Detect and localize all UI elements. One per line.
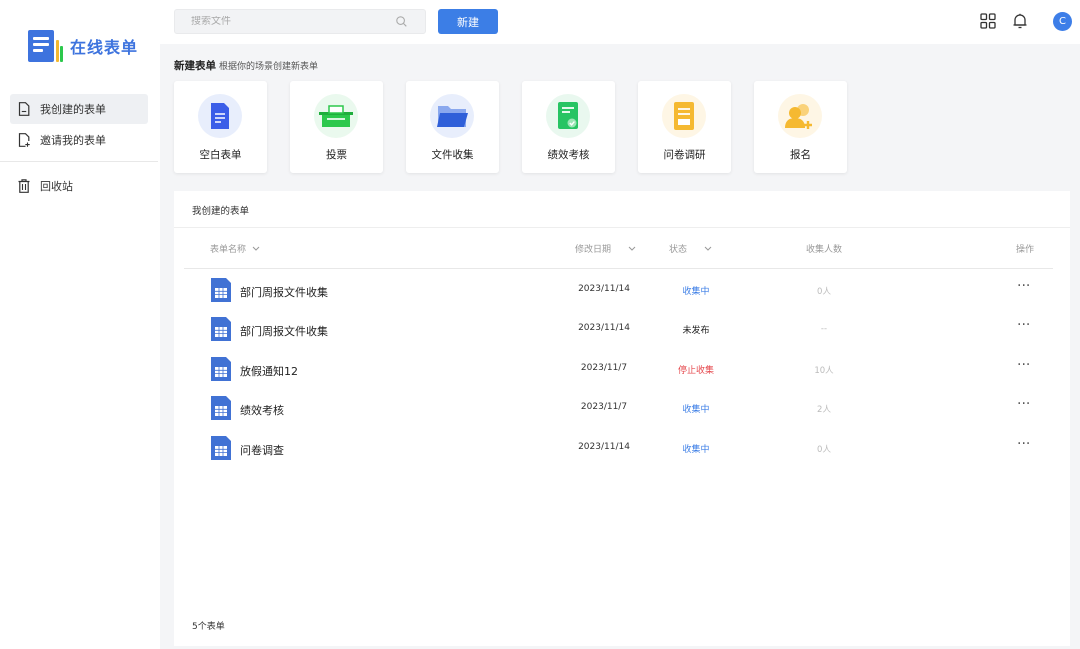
column-status-header[interactable]: 状态 — [669, 242, 712, 255]
form-name[interactable]: 放假通知12 — [240, 363, 298, 379]
status-text: 收集中 — [682, 405, 710, 415]
document-icon — [18, 102, 30, 116]
nav-divider — [0, 161, 158, 162]
form-name[interactable]: 部门周报文件收集 — [240, 323, 328, 339]
new-button[interactable]: 新建 — [438, 9, 498, 34]
logo-text: 在线表单 — [70, 38, 139, 57]
create-subtitle: 根据你的场景创建新表单 — [219, 62, 319, 72]
create-section-title: 新建表单 根据你的场景创建新表单 — [174, 58, 318, 73]
column-date-header[interactable]: 修改日期 — [575, 242, 636, 255]
template-label: 报名 — [790, 149, 811, 161]
sheet-file-icon — [211, 396, 231, 420]
total-forms-count: 5个表单 — [192, 622, 225, 632]
sheet-file-icon — [211, 278, 231, 302]
search-input[interactable] — [191, 16, 391, 27]
status-text: 收集中 — [682, 287, 710, 297]
template-card-blank[interactable]: 空白表单 — [174, 81, 267, 173]
top-bar: 新建 C — [160, 0, 1080, 44]
template-card-performance[interactable]: 绩效考核 — [522, 81, 615, 173]
more-actions-button[interactable]: ··· — [1017, 396, 1030, 412]
chevron-down-icon — [704, 246, 712, 251]
folder-icon — [430, 94, 474, 138]
avatar[interactable]: C — [1053, 12, 1072, 31]
template-label: 问卷调研 — [663, 149, 706, 161]
table-row[interactable]: 部门周报文件收集 2023/11/14 收集中 0人 ··· — [184, 271, 1053, 311]
app-logo[interactable]: 在线表单 — [28, 30, 138, 62]
template-label: 投票 — [326, 149, 347, 161]
clipboard-check-icon — [546, 94, 590, 138]
more-actions-button[interactable]: ··· — [1017, 436, 1030, 452]
status-text: 收集中 — [682, 445, 710, 455]
trash-icon — [18, 179, 30, 193]
modified-date: 2023/11/14 — [578, 323, 630, 333]
template-label: 空白表单 — [199, 149, 242, 161]
collect-count: 2人 — [817, 405, 831, 415]
sidebar-item-label: 邀请我的表单 — [40, 134, 106, 147]
sheet-file-icon — [211, 357, 231, 381]
blank-form-icon — [198, 94, 242, 138]
vote-box-icon — [314, 94, 358, 138]
template-card-survey[interactable]: 问卷调研 — [638, 81, 731, 173]
form-name[interactable]: 绩效考核 — [240, 402, 284, 418]
sidebar-item-my-forms[interactable]: 我创建的表单 — [10, 94, 148, 124]
panel-header: 我创建的表单 — [174, 191, 1070, 228]
modified-date: 2023/11/7 — [580, 363, 628, 373]
form-name[interactable]: 部门周报文件收集 — [240, 284, 328, 300]
template-label: 文件收集 — [431, 149, 474, 161]
logo-icon — [28, 30, 64, 62]
modified-date: 2023/11/14 — [578, 284, 630, 294]
chevron-down-icon — [252, 246, 260, 251]
status-text: 停止收集 — [677, 366, 714, 376]
sidebar-item-trash[interactable]: 回收站 — [10, 171, 148, 201]
modified-date: 2023/11/7 — [580, 402, 628, 412]
sheet-file-icon — [211, 317, 231, 341]
table-row[interactable]: 部门周报文件收集 2023/11/14 未发布 -- ··· — [184, 310, 1053, 350]
template-card-vote[interactable]: 投票 — [290, 81, 383, 173]
sidebar-item-invited-forms[interactable]: 邀请我的表单 — [10, 125, 148, 155]
table-row[interactable]: 问卷调查 2023/11/14 收集中 0人 ··· — [184, 429, 1053, 469]
sidebar-nav: 我创建的表单 邀请我的表单 回收站 — [0, 94, 158, 202]
sidebar: 在线表单 我创建的表单 邀请我的表单 回收站 — [0, 0, 160, 649]
template-card-file-collect[interactable]: 文件收集 — [406, 81, 499, 173]
template-card-signup[interactable]: 报名 — [754, 81, 847, 173]
chevron-down-icon — [628, 246, 636, 251]
table-row[interactable]: 绩效考核 2023/11/7 收集中 2人 ··· — [184, 389, 1053, 429]
sheet-file-icon — [211, 436, 231, 460]
template-label: 绩效考核 — [547, 149, 590, 161]
column-count-header: 收集人数 — [806, 245, 843, 255]
status-text: 未发布 — [682, 326, 710, 336]
sidebar-item-label: 我创建的表单 — [40, 103, 106, 116]
table-row[interactable]: 放假通知12 2023/11/7 停止收集 10人 ··· — [184, 350, 1053, 390]
modified-date: 2023/11/14 — [578, 442, 630, 452]
collect-count: 0人 — [817, 445, 831, 455]
create-title: 新建表单 — [174, 60, 216, 72]
search-box[interactable] — [174, 9, 426, 34]
forms-list-panel: 我创建的表单 表单名称 修改日期 状态 收集人数 操作 部门周报文件收集 202… — [174, 191, 1070, 646]
panel-title: 我创建的表单 — [192, 206, 250, 217]
survey-icon — [662, 94, 706, 138]
more-actions-button[interactable]: ··· — [1017, 357, 1030, 373]
more-actions-button[interactable]: ··· — [1017, 317, 1030, 333]
table-header: 表单名称 修改日期 状态 收集人数 操作 — [184, 239, 1053, 269]
collect-count: 0人 — [817, 287, 831, 297]
signup-users-icon — [778, 94, 822, 138]
more-actions-button[interactable]: ··· — [1017, 278, 1030, 294]
document-add-icon — [18, 133, 30, 147]
collect-count: 10人 — [814, 366, 834, 376]
bell-icon[interactable] — [1011, 12, 1029, 30]
apps-grid-icon[interactable] — [979, 12, 997, 30]
form-name[interactable]: 问卷调查 — [240, 442, 284, 458]
search-icon[interactable] — [396, 16, 407, 27]
column-actions-header: 操作 — [1016, 245, 1035, 255]
column-name-header[interactable]: 表单名称 — [210, 242, 260, 255]
collect-count: -- — [820, 324, 828, 334]
sidebar-item-label: 回收站 — [40, 180, 73, 193]
